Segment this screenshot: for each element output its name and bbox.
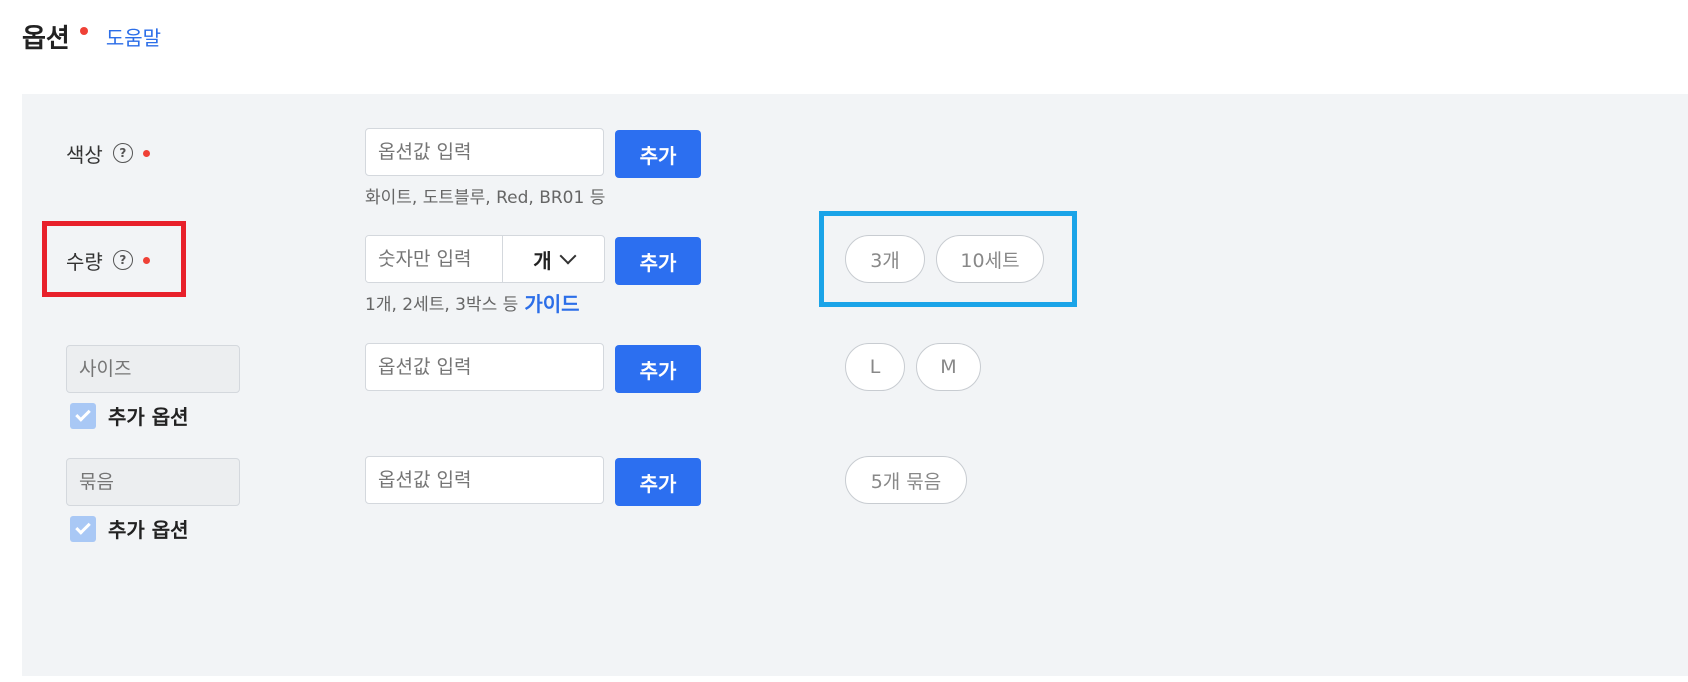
chevron-down-icon bbox=[559, 247, 577, 265]
help-question-icon[interactable]: ? bbox=[112, 143, 133, 163]
highlight-box-blue bbox=[819, 211, 1077, 307]
quantity-number-input[interactable] bbox=[366, 236, 502, 282]
size-value-input[interactable] bbox=[365, 343, 604, 391]
unit-select[interactable]: 개 bbox=[502, 236, 604, 282]
color-value-input[interactable] bbox=[365, 128, 604, 176]
size-add-button[interactable]: 추가 bbox=[615, 345, 701, 393]
check-icon bbox=[75, 405, 91, 422]
quantity-input-group: 개 bbox=[365, 235, 605, 283]
color-label-row: 색상 ? bbox=[66, 129, 150, 177]
bundle-value-input[interactable] bbox=[365, 456, 604, 504]
checkbox[interactable] bbox=[70, 402, 96, 429]
check-icon bbox=[75, 518, 91, 535]
option-chip[interactable]: M bbox=[916, 343, 981, 391]
quantity-hint: 1개, 2세트, 3박스 등 bbox=[365, 295, 519, 315]
bundle-add-button[interactable]: 추가 bbox=[615, 458, 701, 506]
checkbox[interactable] bbox=[70, 515, 96, 542]
highlight-box-red bbox=[42, 221, 186, 297]
color-add-button[interactable]: 추가 bbox=[615, 130, 701, 178]
section-header: 옵션 도움말 bbox=[22, 18, 161, 54]
bundle-option-name-input[interactable] bbox=[66, 458, 240, 506]
bundle-extra-option-checkbox-row[interactable]: 추가 옵션 bbox=[70, 514, 189, 543]
size-option-name-input[interactable] bbox=[66, 345, 240, 393]
option-chip[interactable]: 5개 묶음 bbox=[845, 456, 967, 504]
required-dot bbox=[142, 149, 150, 157]
size-extra-option-checkbox-row[interactable]: 추가 옵션 bbox=[70, 401, 189, 430]
color-label: 색상 bbox=[66, 142, 103, 167]
color-hint: 화이트, 도트블루, Red, BR01 등 bbox=[365, 188, 606, 208]
quantity-hint-row: 1개, 2세트, 3박스 등 가이드 bbox=[365, 288, 580, 317]
required-dot bbox=[79, 27, 88, 35]
checkbox-label: 추가 옵션 bbox=[108, 405, 189, 429]
section-title: 옵션 bbox=[22, 23, 70, 54]
option-chip[interactable]: L bbox=[845, 343, 905, 391]
quantity-add-button[interactable]: 추가 bbox=[615, 237, 701, 285]
checkbox-label: 추가 옵션 bbox=[108, 518, 189, 542]
guide-link[interactable]: 가이드 bbox=[524, 288, 579, 317]
unit-select-value: 개 bbox=[533, 248, 552, 273]
help-link[interactable]: 도움말 bbox=[106, 22, 161, 51]
